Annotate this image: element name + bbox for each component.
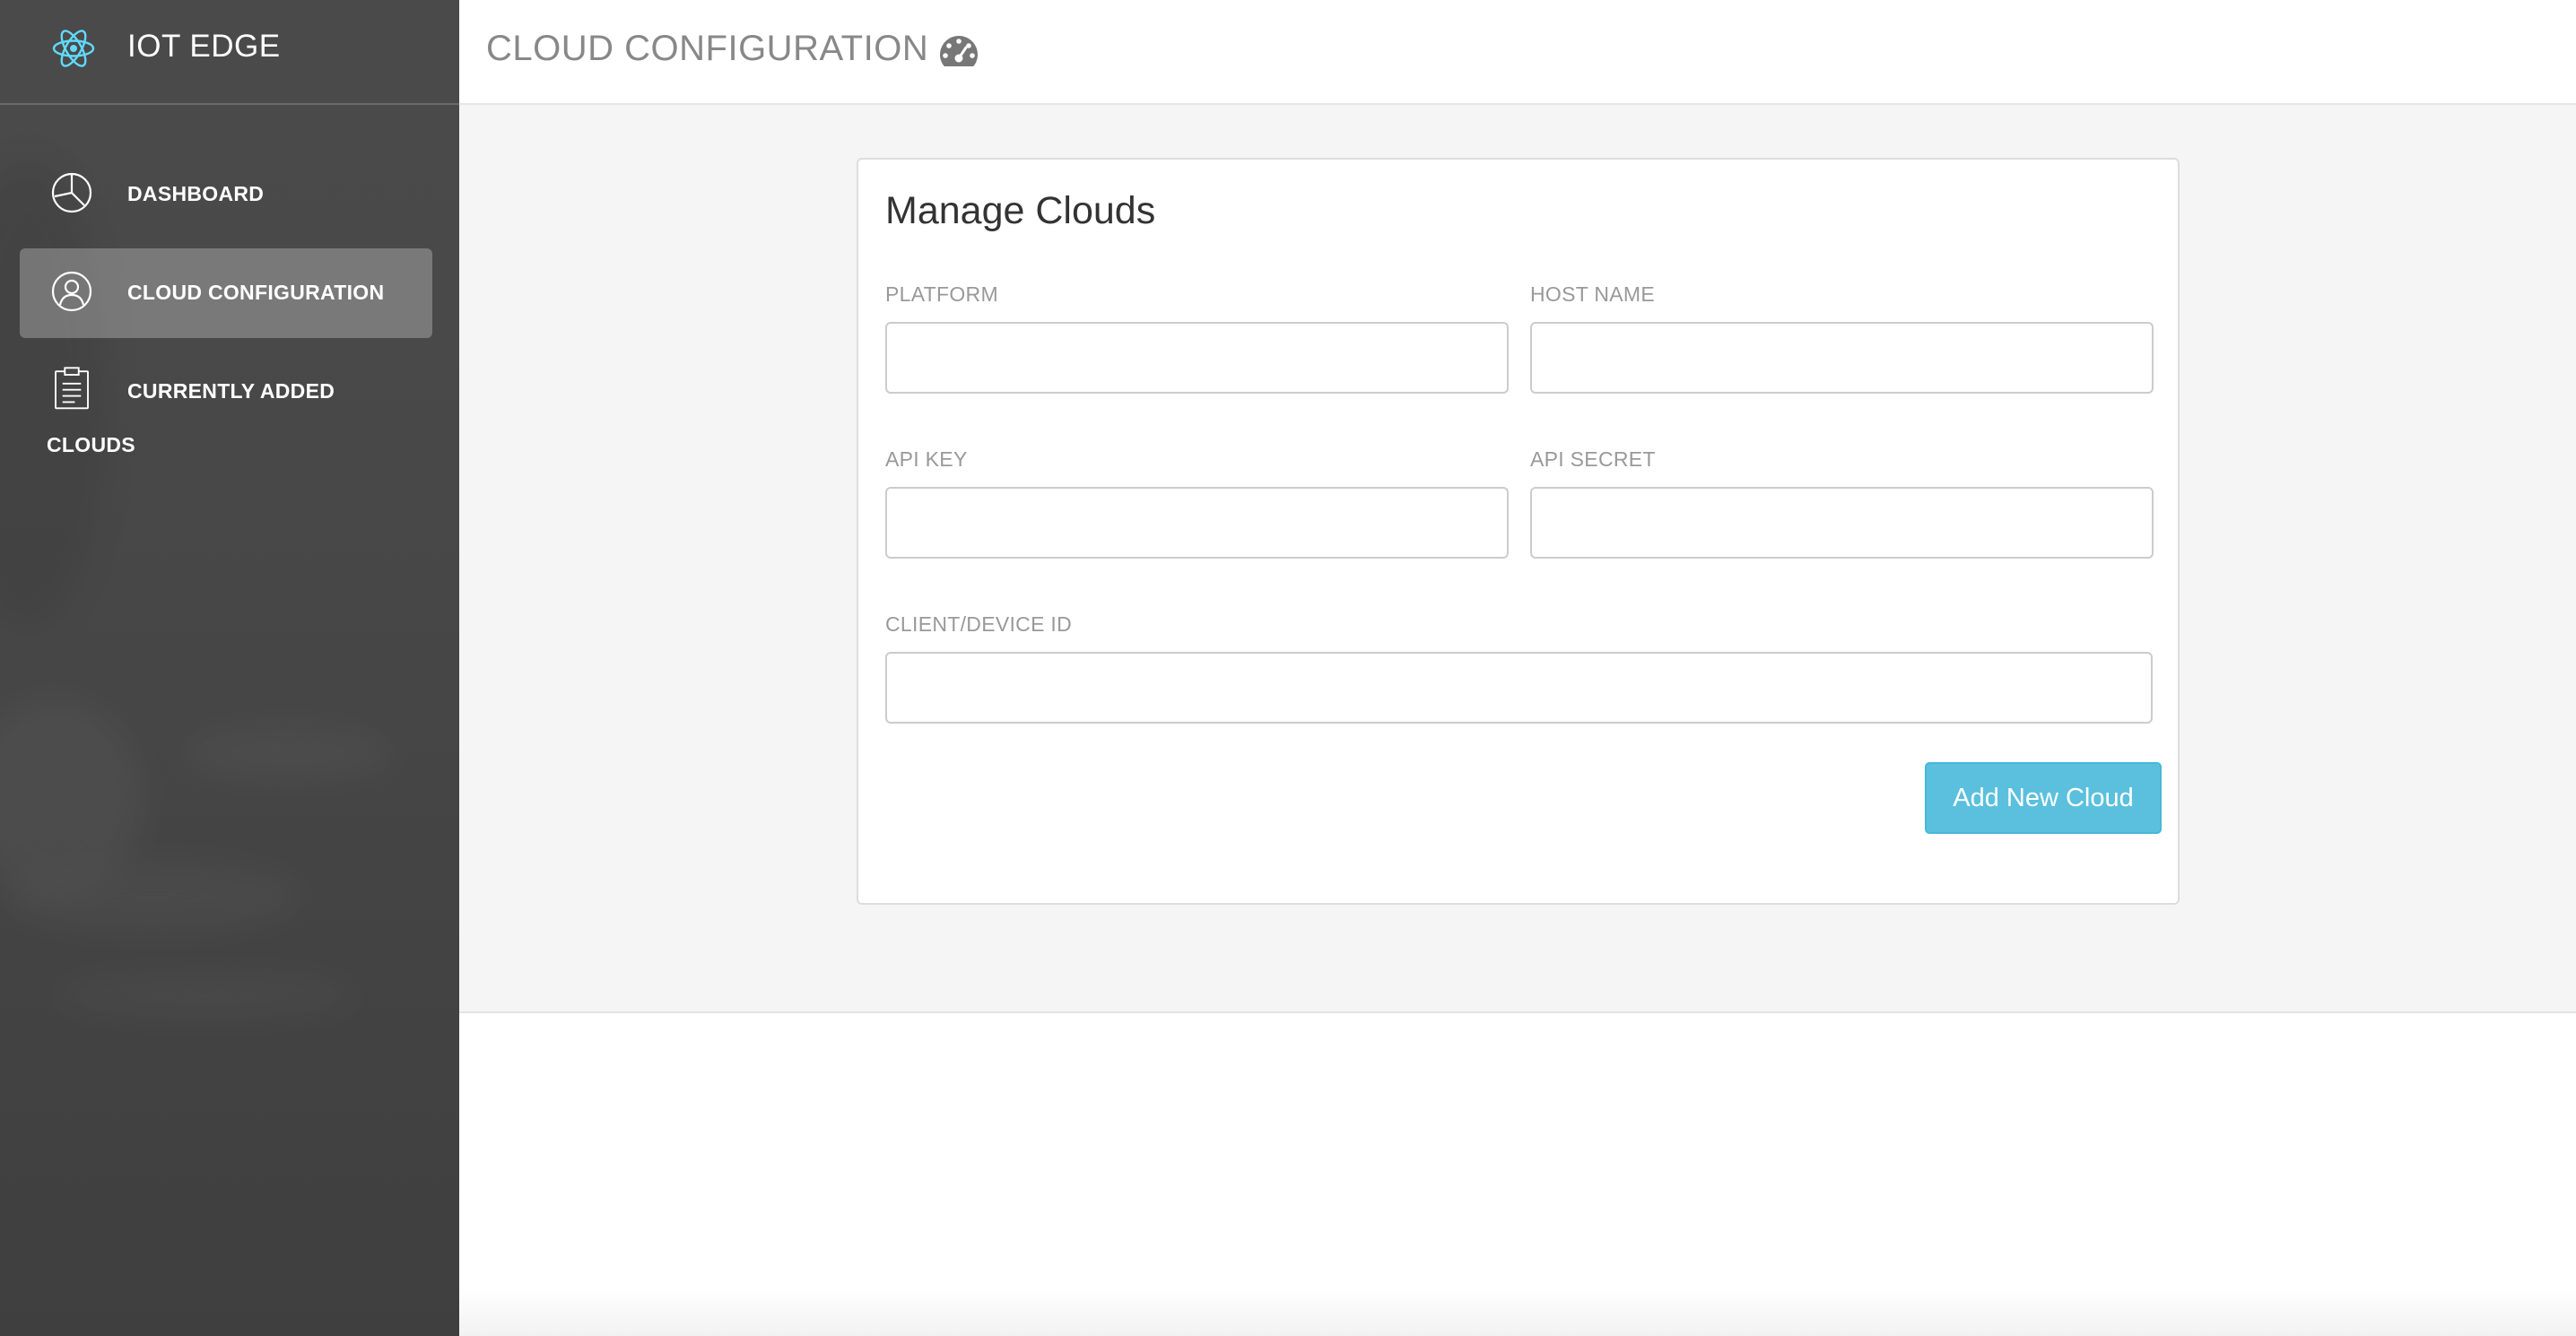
manage-clouds-card: Manage Clouds PLATFORM HOST NAME API KEY… bbox=[857, 158, 2180, 905]
api-secret-label: API SECRET bbox=[1530, 447, 1656, 471]
page-title: CLOUD CONFIGURATION bbox=[486, 29, 929, 68]
card-title: Manage Clouds bbox=[885, 189, 1156, 232]
platform-label: PLATFORM bbox=[885, 282, 998, 306]
dashboard-gauge-icon[interactable] bbox=[940, 34, 978, 68]
sidebar-item-label: CURRENTLY ADDED bbox=[127, 379, 335, 403]
page-footer-area bbox=[459, 1013, 2576, 1336]
sidebar-item-label: CLOUD CONFIGURATION bbox=[127, 281, 385, 304]
atom-icon bbox=[52, 30, 95, 67]
api-secret-input[interactable] bbox=[1530, 487, 2154, 559]
sidebar-item-cloud-configuration[interactable]: CLOUD CONFIGURATION bbox=[20, 248, 432, 338]
client-device-id-label: CLIENT/DEVICE ID bbox=[885, 612, 1073, 636]
platform-input[interactable] bbox=[885, 322, 1509, 394]
client-device-id-input[interactable] bbox=[885, 652, 2153, 724]
sidebar-background-keyboard bbox=[0, 861, 305, 933]
top-header: CLOUD CONFIGURATION bbox=[459, 0, 2576, 105]
api-key-input[interactable] bbox=[885, 487, 1509, 559]
main-content: Manage Clouds PLATFORM HOST NAME API KEY… bbox=[459, 105, 2576, 1013]
sidebar: IOT EDGE DASHBOARD CLOUD CONFIGURATION C… bbox=[0, 0, 459, 1336]
sidebar-background-mouse bbox=[54, 973, 359, 1018]
api-key-label: API KEY bbox=[885, 447, 968, 471]
user-circle-icon bbox=[51, 271, 92, 312]
sidebar-background-tablet bbox=[179, 726, 395, 780]
clipboard-icon bbox=[55, 367, 89, 410]
brand[interactable]: IOT EDGE bbox=[0, 0, 459, 105]
sidebar-item-label-line2: CLOUDS bbox=[47, 433, 135, 456]
sidebar-item-currently-added-clouds[interactable]: CURRENTLY ADDED CLOUDS bbox=[20, 347, 432, 468]
brand-title: IOT EDGE bbox=[127, 29, 281, 64]
host-name-label: HOST NAME bbox=[1530, 282, 1656, 306]
pie-chart-icon bbox=[51, 172, 92, 213]
sidebar-item-dashboard[interactable]: DASHBOARD bbox=[20, 150, 432, 239]
sidebar-item-label: DASHBOARD bbox=[127, 182, 265, 205]
add-new-cloud-button[interactable]: Add New Cloud bbox=[1925, 762, 2162, 834]
host-name-input[interactable] bbox=[1530, 322, 2154, 394]
